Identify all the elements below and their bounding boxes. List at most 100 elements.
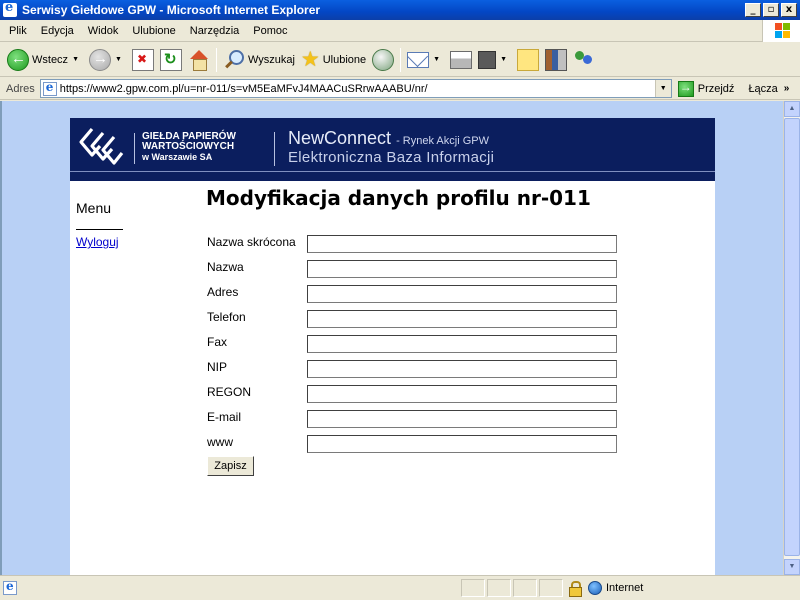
brand-title: NewConnect - Rynek Akcji GPW [288, 128, 489, 149]
fax-label: Fax [207, 335, 228, 349]
menu-view[interactable]: Widok [81, 25, 126, 37]
favorites-label: Ulubione [322, 53, 367, 66]
refresh-button[interactable] [157, 46, 185, 74]
form-row-fax: Fax [206, 333, 626, 353]
media-button[interactable] [369, 46, 397, 74]
form-row-short-name: Nazwa skrócona [206, 233, 626, 253]
edit-icon [478, 50, 497, 69]
form-row-www: www [206, 433, 626, 453]
form-row-nip: NIP [206, 358, 626, 378]
brand-tagline: Elektroniczna Baza Informacji [288, 149, 495, 166]
www-input[interactable] [307, 435, 617, 453]
star-icon: ★ [300, 47, 320, 71]
back-arrow-icon [7, 48, 29, 71]
nip-input[interactable] [307, 360, 617, 378]
research-button[interactable] [542, 46, 570, 74]
status-bar: Internet [0, 575, 800, 600]
fax-input[interactable] [307, 335, 617, 353]
name-label: Nazwa [207, 260, 244, 274]
minimize-button[interactable]: _ [745, 3, 761, 17]
links-button[interactable]: Łącza [748, 83, 777, 95]
forward-dropdown-icon[interactable]: ▼ [115, 56, 122, 63]
address-input[interactable] [307, 285, 617, 303]
close-button[interactable]: x [781, 3, 797, 17]
exchange-name-line2: WARTOŚCIOWYCH [142, 141, 235, 152]
header-divider [274, 132, 275, 166]
site-header: GIEŁDA PAPIERÓW WARTOŚCIOWYCH w Warszawi… [70, 118, 715, 181]
toolbar-separator [400, 47, 402, 72]
edit-dropdown-icon[interactable]: ▼ [500, 56, 507, 63]
page-status-icon [3, 579, 17, 595]
menu-file[interactable]: Plik [0, 25, 34, 37]
menu-edit[interactable]: Edycja [34, 25, 81, 37]
www-label: www [207, 435, 233, 449]
regon-input[interactable] [307, 385, 617, 403]
go-button[interactable]: Przejdź [677, 80, 735, 97]
name-input[interactable] [307, 260, 617, 278]
logo-divider [134, 133, 135, 164]
toolbar-separator [215, 47, 217, 72]
internet-zone-icon [588, 581, 602, 595]
search-button[interactable]: Wyszukaj [220, 46, 298, 74]
brand-name: NewConnect [288, 128, 392, 148]
go-label: Przejdź [697, 82, 735, 95]
messenger-icon [573, 49, 595, 71]
email-label: E-mail [207, 410, 242, 424]
search-icon [223, 49, 245, 71]
regon-label: REGON [207, 385, 252, 399]
status-pane [487, 579, 511, 597]
window-controls: _ ▫ x [745, 3, 797, 17]
lock-icon[interactable] [568, 581, 582, 597]
stop-button[interactable] [129, 46, 157, 74]
address-bar: Adres https://www2.gpw.com.pl/u=nr-011/s… [0, 78, 800, 100]
exchange-name: GIEŁDA PAPIERÓW WARTOŚCIOWYCH w Warszawi… [142, 132, 236, 163]
short-name-label: Nazwa skrócona [207, 235, 296, 249]
forward-button[interactable]: ▼ [86, 46, 129, 74]
home-button[interactable] [185, 46, 213, 74]
vertical-scrollbar[interactable]: ▲ ▼ [783, 101, 800, 575]
window-title-bar[interactable]: Serwisy Giełdowe GPW - Microsoft Interne… [0, 0, 800, 20]
chevron-right-icon[interactable]: » [784, 83, 790, 94]
mail-button[interactable]: ▼ [404, 46, 447, 74]
exchange-name-line3: w Warszawie SA [142, 152, 213, 162]
form-row-phone: Telefon [206, 308, 626, 328]
menu-tools[interactable]: Narzędzia [183, 25, 247, 37]
status-pane [539, 579, 563, 597]
email-input[interactable] [307, 410, 617, 428]
maximize-button[interactable]: ▫ [763, 3, 779, 17]
home-icon [188, 49, 210, 71]
address-field[interactable]: https://www2.gpw.com.pl/u=nr-011/s=vM5Ea… [39, 79, 672, 98]
print-button[interactable] [447, 46, 475, 74]
address-url[interactable]: https://www2.gpw.com.pl/u=nr-011/s=vM5Ea… [60, 83, 655, 95]
scroll-thumb[interactable] [784, 118, 800, 556]
form-row-name: Nazwa [206, 258, 626, 278]
phone-input[interactable] [307, 310, 617, 328]
browser-viewport: GIEŁDA PAPIERÓW WARTOŚCIOWYCH w Warszawi… [0, 101, 783, 575]
brand-subtitle: - Rynek Akcji GPW [396, 135, 489, 147]
gpw-logo-icon [79, 127, 124, 165]
sidebar-title: Menu [76, 200, 112, 216]
note-icon [517, 48, 540, 71]
menu-favorites[interactable]: Ulubione [125, 25, 182, 37]
form-row-email: E-mail [206, 408, 626, 428]
address-label: Adres [207, 285, 239, 299]
refresh-icon [159, 48, 182, 71]
save-button[interactable]: Zapisz [207, 456, 254, 476]
page-title: Modyfikacja danych profilu nr-011 [206, 186, 591, 210]
scroll-down-icon[interactable]: ▼ [784, 559, 800, 575]
short-name-input[interactable] [307, 235, 617, 253]
discuss-button[interactable] [514, 46, 542, 74]
edit-button[interactable]: ▼ [475, 46, 514, 74]
messenger-button[interactable] [570, 46, 598, 74]
ie-app-icon [3, 0, 17, 17]
logout-link[interactable]: Wyloguj [76, 235, 119, 249]
address-dropdown-icon[interactable]: ▼ [654, 80, 671, 97]
menu-help[interactable]: Pomoc [246, 25, 294, 37]
favorites-button[interactable]: ★ Ulubione [298, 46, 369, 74]
back-dropdown-icon[interactable]: ▼ [72, 56, 79, 63]
mail-dropdown-icon[interactable]: ▼ [433, 56, 440, 63]
phone-label: Telefon [207, 310, 246, 324]
back-button[interactable]: Wstecz ▼ [4, 46, 86, 74]
scroll-up-icon[interactable]: ▲ [784, 101, 800, 117]
form-row-address: Adres [206, 283, 626, 303]
